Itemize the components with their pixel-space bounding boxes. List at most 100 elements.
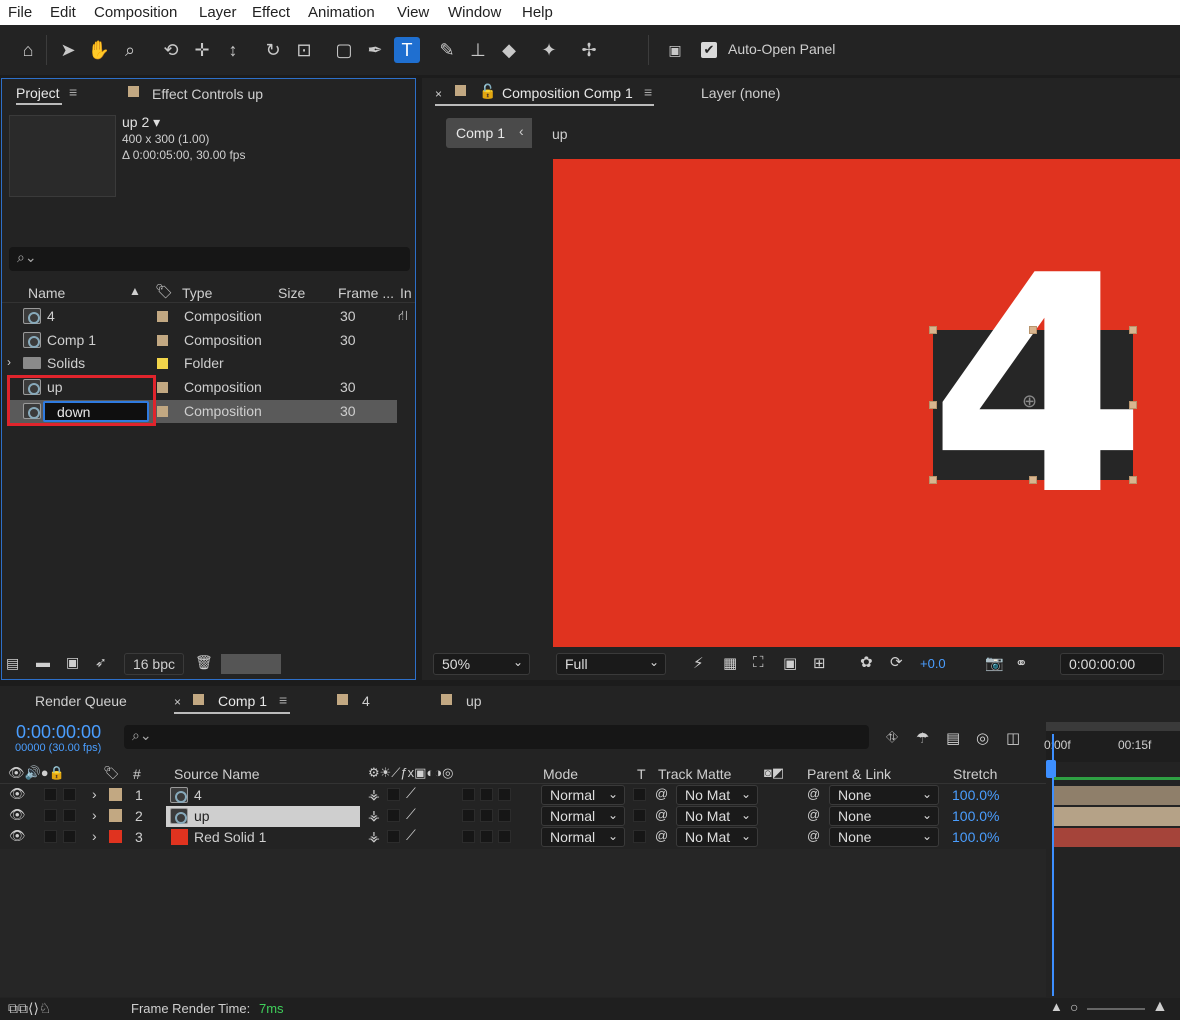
zoom-tool-icon[interactable]: ⌕ (117, 37, 143, 63)
orbit-camera-icon[interactable]: ⟲ (158, 37, 184, 63)
adjust-settings-icon[interactable]: ➶ (95, 654, 107, 671)
bpc-button[interactable]: 16 bpc (124, 653, 184, 675)
transform-handle[interactable] (1129, 326, 1137, 334)
close-icon[interactable]: × (435, 87, 442, 101)
layer-label-swatch[interactable] (109, 788, 122, 801)
close-icon[interactable]: × (174, 695, 181, 709)
col-in[interactable]: In (400, 285, 412, 301)
tab-up[interactable]: up (466, 693, 482, 709)
playhead-handle[interactable] (1046, 760, 1056, 778)
switch-box[interactable] (387, 788, 400, 801)
chevron-right-icon[interactable]: › (7, 355, 11, 369)
sort-asc-icon[interactable]: ▲ (129, 284, 141, 298)
transform-handle[interactable] (1029, 476, 1037, 484)
stretch-value[interactable]: 100.0% (952, 787, 999, 803)
mode-dropdown[interactable]: Normal ⌄ (541, 806, 625, 826)
stretch-value[interactable]: 100.0% (952, 808, 999, 824)
roto-brush-icon[interactable]: ✦ (536, 37, 562, 63)
list-item[interactable]: Comp 1 Composition 30 (7, 329, 397, 352)
home-icon[interactable]: ⌂ (15, 37, 41, 63)
shy-layers-icon[interactable]: ☂ (916, 729, 929, 747)
reset-exposure-icon[interactable]: ⟳ (890, 653, 903, 671)
menu-window[interactable]: Window (448, 4, 501, 21)
parent-pickwhip-icon[interactable]: @ (807, 828, 820, 843)
timeline-search-input[interactable]: ⌕⌄ (124, 725, 869, 749)
zoom-slider-handle[interactable]: ○ (1070, 999, 1078, 1015)
layer-bar[interactable] (1054, 828, 1180, 847)
layer-bar[interactable] (1054, 807, 1180, 826)
lock-switch[interactable] (63, 830, 76, 843)
switch-box[interactable] (480, 830, 493, 843)
exposure-value[interactable]: +0.0 (920, 656, 946, 671)
time-ruler[interactable]: 0:00f 00:15f (1044, 722, 1180, 762)
switch-box[interactable] (498, 809, 511, 822)
puppet-pin-icon[interactable]: ✢ (576, 37, 602, 63)
col-frame[interactable]: Frame ... (338, 285, 394, 301)
layer-label-swatch[interactable] (109, 830, 122, 843)
motion-blur-icon[interactable]: ◎ (976, 729, 989, 747)
lock-icon[interactable]: 🔓 (479, 83, 496, 100)
tab-render-queue[interactable]: Render Queue (35, 693, 127, 709)
menu-file[interactable]: File (8, 4, 32, 21)
switch-box[interactable] (462, 830, 475, 843)
region-of-interest-icon[interactable]: ▣ (783, 654, 797, 672)
tab-composition[interactable]: Composition Comp 1 (502, 85, 633, 101)
table-row[interactable]: 👁 › 3 Red Solid 1 ⚶ ⟋ Normal ⌄ @ No Mat ⌄ … (0, 827, 1180, 848)
menu-help[interactable]: Help (522, 4, 553, 21)
preserve-transparency-switch[interactable] (633, 830, 646, 843)
menu-composition[interactable]: Composition (94, 4, 177, 21)
chevron-right-icon[interactable]: › (92, 828, 97, 844)
breadcrumb-current[interactable]: Comp 1 ‹ (446, 118, 532, 148)
stretch-value[interactable]: 100.0% (952, 829, 999, 845)
preview-name[interactable]: up 2 ▾ (122, 114, 160, 131)
col-parent[interactable]: Parent & Link (807, 766, 891, 782)
comp-viewer[interactable]: 4 ⊕ (422, 156, 1180, 647)
chevron-right-icon[interactable]: › (92, 807, 97, 823)
trash-icon[interactable]: 🗑 (195, 654, 213, 671)
eye-icon[interactable]: 👁 (9, 828, 26, 844)
transform-handle[interactable] (929, 401, 937, 409)
preserve-transparency-switch[interactable] (633, 809, 646, 822)
col-name[interactable]: Name (28, 285, 65, 301)
tab-effect-controls[interactable]: Effect Controls up (152, 86, 263, 102)
camera-snapshot-icon[interactable]: 📷 (985, 654, 1004, 672)
solo-switch[interactable] (44, 830, 57, 843)
track-matte-dropdown[interactable]: No Mat ⌄ (676, 785, 758, 805)
col-t[interactable]: T (637, 766, 646, 782)
layer-name[interactable]: Red Solid 1 (194, 829, 266, 845)
preserve-transparency-switch[interactable] (633, 788, 646, 801)
mode-dropdown[interactable]: Normal ⌄ (541, 785, 625, 805)
matte-pickwhip-icon[interactable]: @ (655, 786, 668, 801)
menu-animation[interactable]: Animation (308, 4, 375, 21)
fast-previews-icon[interactable]: ⚡ (693, 654, 704, 672)
parent-pickwhip-icon[interactable]: @ (807, 807, 820, 822)
col-num[interactable]: # (133, 766, 141, 782)
clone-stamp-icon[interactable]: ⊥ (465, 37, 491, 63)
project-search-input[interactable]: ⌕⌄ (9, 247, 410, 271)
lock-switch[interactable] (63, 788, 76, 801)
breadcrumb-next[interactable]: up (552, 126, 568, 142)
comp-menu-icon[interactable]: ≡ (644, 84, 652, 100)
anchor-point-icon[interactable]: ⊕ (1022, 391, 1037, 412)
type-tool-icon[interactable]: T (394, 37, 420, 63)
brush-tool-icon[interactable]: ✎ (434, 37, 460, 63)
parent-dropdown[interactable]: None ⌄ (829, 785, 939, 805)
comp-mini-flowchart-icon[interactable]: ⛗ (886, 729, 898, 746)
color-channels-icon[interactable]: ✿ (860, 653, 873, 671)
switch-box[interactable] (462, 788, 475, 801)
eye-icon[interactable]: 👁 (9, 807, 26, 823)
anchor-point-tool-icon[interactable]: ⊡ (291, 37, 317, 63)
switch-box[interactable] (462, 809, 475, 822)
label-tag-icon[interactable]: 🏷 (155, 283, 173, 300)
rectangle-tool-icon[interactable]: ▢ (331, 37, 357, 63)
switch-box[interactable] (387, 809, 400, 822)
quality-switch-icon[interactable]: ⟋ (406, 806, 416, 823)
layer-name[interactable]: 4 (194, 787, 202, 803)
track-matte-dropdown[interactable]: No Mat ⌄ (676, 827, 758, 847)
transparency-grid-icon[interactable]: ▦ (723, 654, 737, 672)
zoom-out-icon[interactable]: ▲ (1050, 999, 1063, 1014)
zoom-in-icon[interactable]: ▲ (1152, 998, 1168, 1016)
auto-open-checkbox[interactable]: ✔ (701, 42, 717, 58)
project-menu-icon[interactable]: ≡ (69, 84, 77, 100)
collapse-switch-icon[interactable]: ⚶ (368, 828, 380, 845)
